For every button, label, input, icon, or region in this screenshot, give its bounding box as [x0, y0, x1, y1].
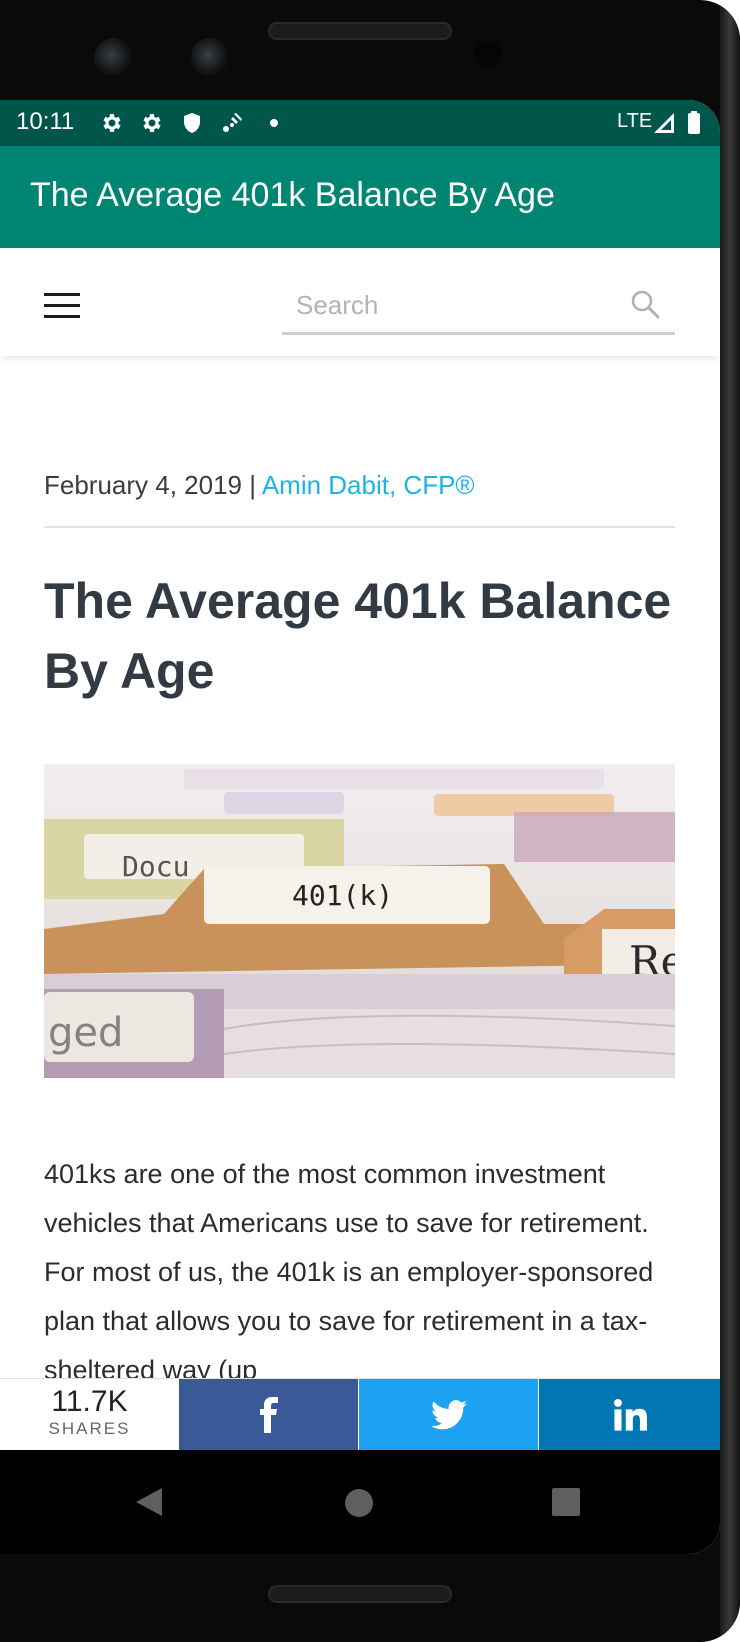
- network-type: LTE: [617, 110, 653, 132]
- status-bar: 10:11 LTE: [0, 100, 720, 146]
- article-date: February 4, 2019: [44, 470, 243, 500]
- hero-tab-label: Docu: [122, 850, 189, 883]
- front-camera-right: [191, 38, 229, 76]
- twitter-share-button[interactable]: [359, 1379, 538, 1451]
- search-icon[interactable]: [629, 288, 661, 320]
- share-count-label: SHARES: [48, 1419, 131, 1438]
- author-link[interactable]: Amin Dabit, CFP®: [262, 470, 475, 500]
- hero-tab-label: ged: [48, 1010, 123, 1056]
- phone-frame: 10:11 LTE The Average 401k Balance By Ag…: [0, 0, 740, 1642]
- battery-icon: [688, 111, 700, 134]
- share-bar: 11.7K SHARES: [0, 1378, 720, 1451]
- status-time: 10:11: [16, 108, 75, 135]
- dot-icon: [270, 119, 278, 127]
- app-bar: The Average 401k Balance By Age: [0, 146, 720, 248]
- hamburger-icon[interactable]: [44, 293, 80, 319]
- top-speaker: [268, 22, 452, 40]
- shield-icon: [184, 113, 200, 133]
- linkedin-icon: [613, 1398, 647, 1431]
- hero-image: Docu 401(k) Re ged: [44, 764, 675, 1078]
- cast-icon: [223, 113, 242, 132]
- front-sensor: [474, 41, 502, 69]
- article-title: The Average 401k Balance By Age: [44, 573, 672, 699]
- signal-icon: [654, 113, 674, 133]
- hero-tab-label: 401(k): [292, 879, 393, 912]
- meta-separator: |: [249, 470, 257, 500]
- search-input[interactable]: Search: [282, 282, 675, 335]
- search-placeholder: Search: [296, 290, 379, 320]
- twitter-icon: [430, 1400, 467, 1430]
- facebook-share-button[interactable]: [179, 1379, 358, 1451]
- device-screen: 10:11 LTE The Average 401k Balance By Ag…: [0, 100, 720, 1554]
- share-count: 11.7K SHARES: [0, 1379, 179, 1451]
- home-icon[interactable]: [344, 1488, 374, 1518]
- bottom-speaker: [268, 1585, 452, 1603]
- site-header: Search: [0, 248, 720, 356]
- system-nav-bar: [0, 1450, 720, 1554]
- facebook-icon: [259, 1397, 278, 1433]
- article-intro: 401ks are one of the most common investm…: [44, 1159, 654, 1385]
- gear-icon: [103, 114, 121, 132]
- linkedin-share-button[interactable]: [539, 1379, 720, 1451]
- article-meta: February 4, 2019 | Amin Dabit, CFP®: [44, 470, 475, 501]
- share-count-value: 11.7K: [51, 1385, 128, 1418]
- phone-bezel-edge: [720, 0, 740, 1642]
- gear-icon: [143, 114, 161, 132]
- recents-icon[interactable]: [552, 1488, 580, 1516]
- front-camera-left: [94, 38, 132, 76]
- file-folders-illustration: Docu 401(k) Re ged: [44, 764, 675, 1078]
- back-icon[interactable]: [134, 1486, 164, 1518]
- meta-divider: [44, 526, 675, 528]
- app-title: The Average 401k Balance By Age: [30, 176, 555, 214]
